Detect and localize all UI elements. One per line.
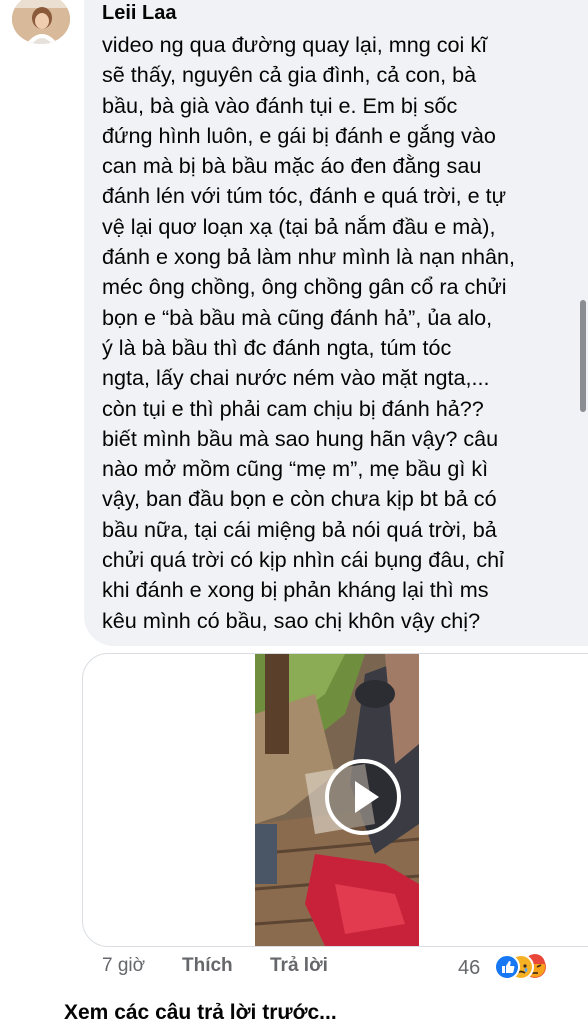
comment-line: khi đánh e xong bị phản kháng lại thì ms: [102, 577, 489, 603]
scrollbar-thumb[interactable]: [580, 300, 586, 412]
avatar-photo: [12, 0, 70, 44]
comment-line: đánh e xong bả làm như mình là nạn nhân,: [102, 244, 516, 270]
comment-line: ý là bà bầu thì đc đánh ngta, túm tóc: [102, 334, 452, 360]
like-icon: [494, 954, 520, 980]
reaction-icons[interactable]: [494, 954, 566, 982]
avatar[interactable]: [12, 0, 70, 44]
comment-thread: Leii Laa video ng qua đường quay lại, mn…: [0, 0, 588, 1024]
comment-line: méc ông chồng, ông chồng gân cổ ra chửi: [102, 274, 507, 300]
comment-timestamp[interactable]: 7 giờ: [102, 955, 145, 979]
reply-button[interactable]: Trả lời: [270, 955, 328, 979]
comment-line: vậy, ban đầu bọn e còn chưa kịp bt bả có: [102, 486, 497, 512]
comment-line: kêu mình có bầu, sao chị khôn vậy chị?: [102, 607, 481, 633]
comment-line: nào mở mồm cũng “mẹ m”, mẹ bầu gì kì: [102, 456, 489, 482]
comment-line: biết mình bầu mà sao hung hãn vậy? câu: [102, 425, 499, 451]
play-icon: [355, 781, 379, 813]
comment-author[interactable]: Leii Laa: [102, 2, 176, 25]
comment-line: ngta, lấy chai nước ném vào mặt ngta,...: [102, 365, 490, 391]
comment-body: video ng qua đường quay lại, mng coi kĩ …: [102, 30, 572, 636]
like-button[interactable]: Thích: [182, 955, 233, 979]
view-previous-replies-link[interactable]: Xem các câu trả lời trước...: [64, 1001, 337, 1024]
comment-line: video ng qua đường quay lại, mng coi kĩ: [102, 32, 488, 57]
play-button[interactable]: [325, 759, 401, 835]
comment-line: bầu, bà già vào đánh tụi e. Em bị sốc: [102, 92, 458, 118]
comment-line: đánh lén với túm tóc, đánh e quá trời, e…: [102, 183, 507, 209]
comment-line: đứng hình luôn, e gái bị đánh e gắng vào: [102, 122, 496, 148]
comment-line: bầu nữa, tại cái miệng bả nói quá trời, …: [102, 516, 497, 542]
comment-line: bọn e “bà bầu mà cũng đánh hả”, ủa alo,: [102, 304, 493, 330]
comment-line: còn tụi e thì phải cam chịu bị đánh hả??: [102, 395, 484, 421]
comment-line: vệ lại quơ loạn xạ (tại bả nắm đầu e mà)…: [102, 213, 496, 239]
comment-line: chửi quá trời có kịp nhìn cái bụng đâu, …: [102, 547, 504, 573]
video-attachment[interactable]: [82, 653, 588, 947]
comment-line: sẽ thấy, nguyên cả gia đình, cả con, bà: [102, 62, 477, 88]
comment-line: can mà bị bà bầu mặc áo đen đằng sau: [102, 153, 482, 179]
reaction-count[interactable]: 46: [458, 957, 480, 981]
